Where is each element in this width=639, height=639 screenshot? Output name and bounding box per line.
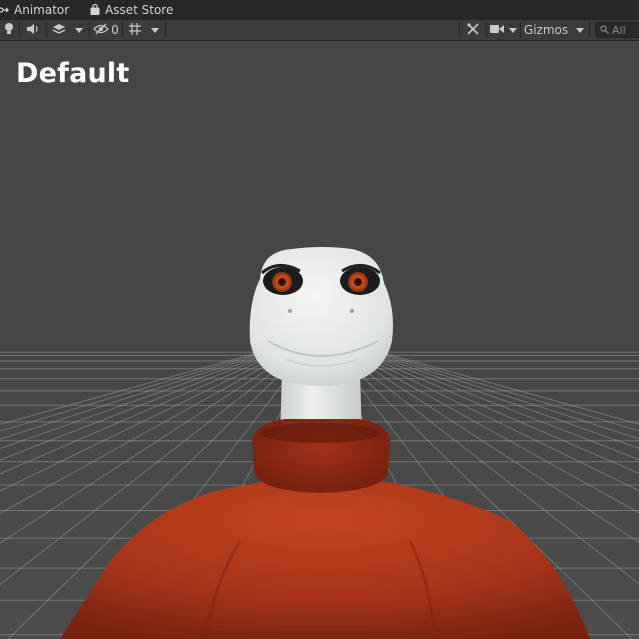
- hidden-objects-count: 0: [111, 23, 119, 37]
- tab-label-animator: Animator: [14, 3, 70, 17]
- scene-viewport[interactable]: Default: [0, 41, 639, 639]
- scene-lighting-toggle[interactable]: [0, 20, 18, 40]
- tab-label-asset-store: Asset Store: [105, 3, 174, 17]
- scene-grid-toggle[interactable]: [124, 20, 146, 40]
- layers-effects-icon: [52, 23, 66, 38]
- scene-camera-dropdown[interactable]: [506, 20, 520, 40]
- gizmos-button[interactable]: Gizmos: [522, 20, 570, 40]
- dropdown-arrow-icon: [576, 23, 584, 37]
- eye-slash-icon: [93, 23, 110, 38]
- speaker-icon: [26, 23, 40, 38]
- tab-asset-store[interactable]: Asset Store: [89, 0, 173, 20]
- scene-visibility-toggle[interactable]: 0: [91, 20, 121, 40]
- dropdown-arrow-icon: [151, 23, 159, 37]
- scene-render: [0, 41, 639, 639]
- lightbulb-icon: [3, 22, 15, 39]
- dropdown-arrow-icon: [509, 23, 517, 37]
- scene-search-input[interactable]: All: [595, 22, 639, 38]
- editor-tab-strip: Animator Asset Store: [0, 0, 639, 21]
- animator-icon: [0, 4, 10, 16]
- tab-animator[interactable]: Animator: [0, 0, 69, 20]
- scene-effects-dropdown[interactable]: [70, 20, 88, 40]
- scene-camera-button[interactable]: [488, 20, 506, 40]
- search-icon: [600, 24, 609, 37]
- dropdown-arrow-icon: [75, 23, 83, 37]
- avatar-right-eye: [340, 264, 381, 295]
- scene-tools-button[interactable]: [461, 20, 485, 40]
- scene-grid-dropdown[interactable]: [146, 20, 164, 40]
- scene-audio-toggle[interactable]: [21, 20, 45, 40]
- video-camera-icon: [490, 23, 504, 37]
- scene-view-toolbar: 0 Gizmos All: [0, 20, 639, 41]
- scene-overlay-title: Default: [16, 58, 130, 89]
- grid-icon: [128, 22, 142, 39]
- search-placeholder: All: [612, 23, 626, 37]
- scene-effects-toggle[interactable]: [48, 20, 70, 40]
- avatar-turtleneck-collar: [252, 419, 390, 493]
- tools-wrench-icon: [466, 22, 480, 39]
- gizmos-dropdown[interactable]: [572, 20, 588, 40]
- gizmos-label: Gizmos: [523, 23, 569, 37]
- unity-editor-window: Animator Asset Store 0 Gizmos All Defaul…: [0, 0, 639, 639]
- asset-store-bag-icon: [89, 4, 101, 16]
